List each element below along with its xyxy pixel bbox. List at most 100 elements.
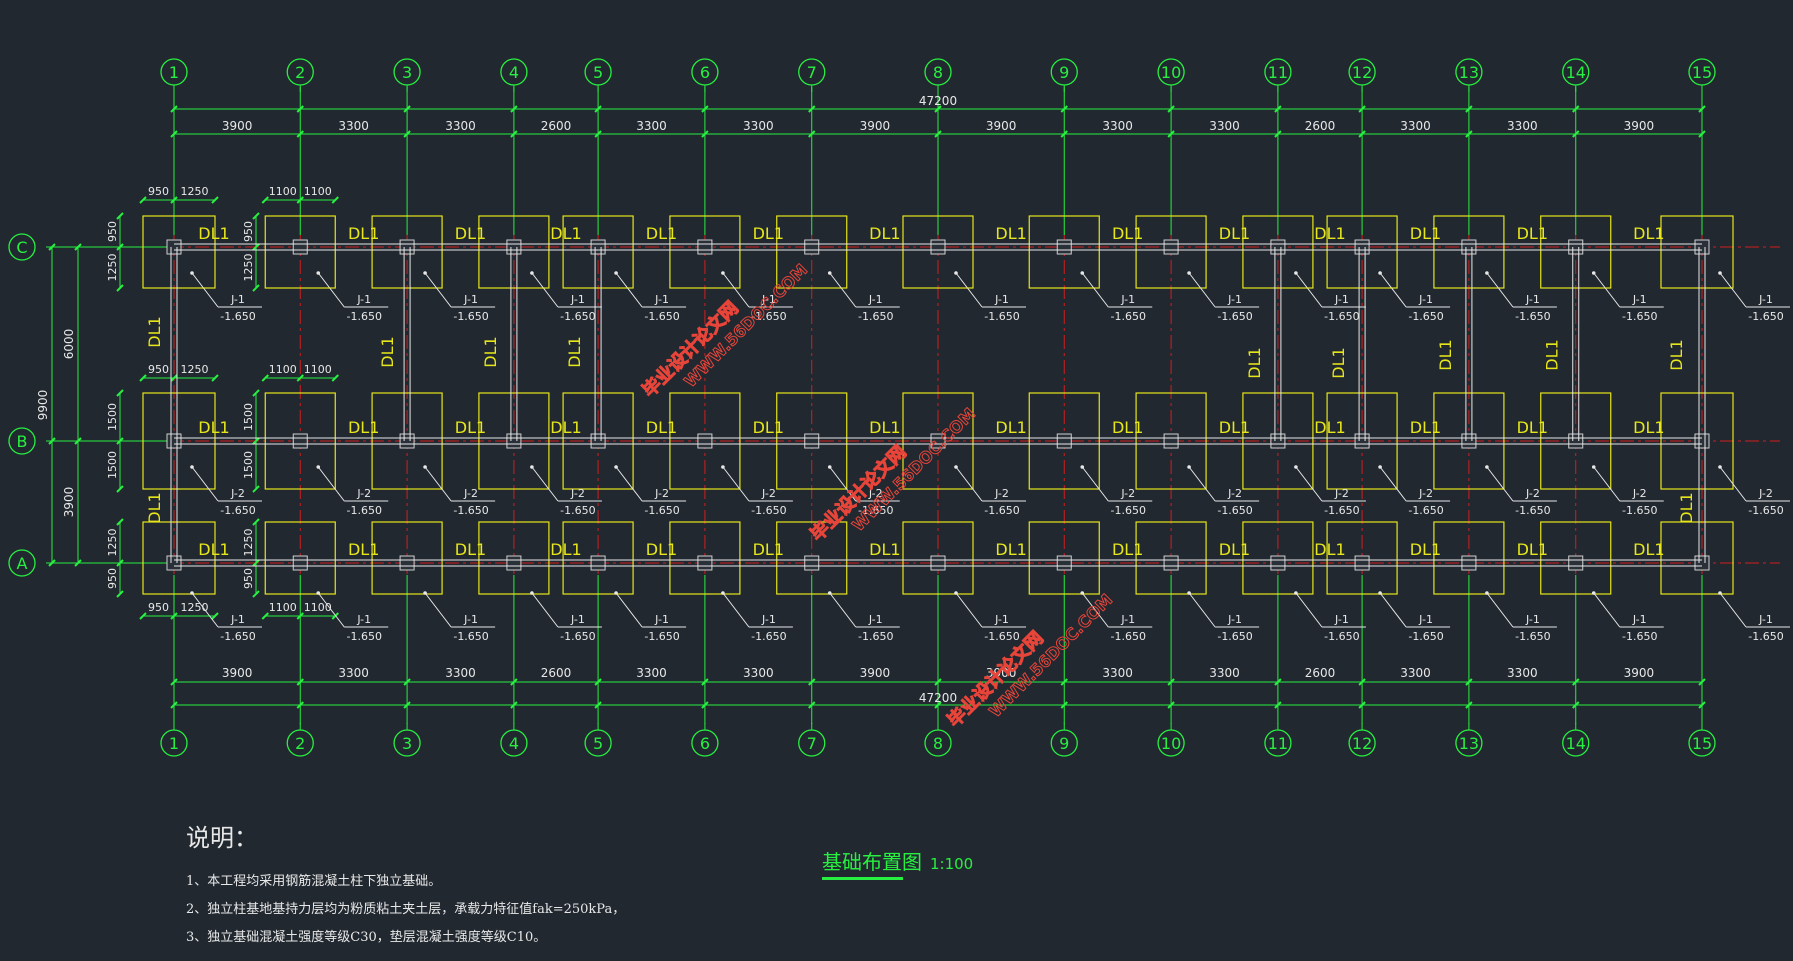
beam-label-C-7: DL1: [869, 224, 900, 243]
footing-tag-C-9: J-1: [1120, 293, 1135, 306]
beam-label-B-6: DL1: [753, 418, 784, 437]
leader-A-8: [955, 592, 983, 628]
bottom-bay-dim-2: 3300: [338, 666, 369, 680]
grid-bubble-label-8-bottom: 8: [933, 734, 943, 753]
watermark-2: 毕业设计论文网WWW.56DOC.COM: [805, 404, 979, 546]
top-bay-dim-14: 3900: [1624, 119, 1655, 133]
footing-elev-C-8: -1.650: [984, 310, 1019, 323]
depth-dim-a-C-1: 950: [106, 221, 119, 242]
footing-tag-A-13: J-1: [1525, 613, 1540, 626]
beam-label-A-3: DL1: [455, 540, 486, 559]
bottom-bay-dim-9: 3300: [1102, 666, 1133, 680]
footing-tag-A-9: J-1: [1120, 613, 1135, 626]
note-item-1: 1、本工程均采用钢筋混凝土柱下独立基础。: [186, 874, 442, 889]
footing-tag-C-5: J-1: [654, 293, 669, 306]
beam-label-C-3: DL1: [455, 224, 486, 243]
beam-label-B-14: DL1: [1633, 418, 1664, 437]
grid-bubble-label-4-bottom: 4: [509, 734, 519, 753]
footing-elev-C-2: -1.650: [347, 310, 382, 323]
footing-elev-B-9: -1.650: [1111, 504, 1146, 517]
grid-bubble-label-3-top: 3: [402, 63, 412, 82]
footing-tag-A-8: J-1: [994, 613, 1009, 626]
column-C-1: [166, 239, 182, 255]
beam-label-vertical-5: DL1: [565, 336, 584, 367]
beam-label-A-12: DL1: [1410, 540, 1441, 559]
grid-bubble-label-12-top: 12: [1352, 63, 1372, 82]
beam-label-A-5: DL1: [646, 540, 677, 559]
leader-A-4: [531, 592, 559, 628]
beam-label-C-9: DL1: [1112, 224, 1143, 243]
note-item-2: 2、独立柱基地基持力层均为粉质粘土夹土层，承载力特征值fak=250kPa，: [186, 902, 626, 917]
beam-label-C-14: DL1: [1633, 224, 1664, 243]
depth-dim-b-B-2: 1500: [242, 451, 255, 479]
footing-tag-C-12: J-1: [1418, 293, 1433, 306]
grid-bubble-label-9-top: 9: [1059, 63, 1069, 82]
beam-label-B-5: DL1: [646, 418, 677, 437]
footing-tag-B-5: J-2: [654, 487, 669, 500]
grid-bubble-label-14-top: 14: [1566, 63, 1586, 82]
column-B-4: [506, 433, 522, 449]
column-A-3: [399, 555, 415, 571]
grid-bubble-label-7-top: 7: [807, 63, 817, 82]
grid-bubble-label-row-C: C: [16, 238, 27, 257]
leader-A-14: [1593, 592, 1621, 628]
beam-label-A-11: DL1: [1314, 540, 1345, 559]
column-B-6: [697, 433, 713, 449]
footing-elev-B-12: -1.650: [1408, 504, 1443, 517]
grid-bubble-label-5-top: 5: [593, 63, 603, 82]
beam-label-vertical-3: DL1: [378, 336, 397, 367]
beam-label-C-2: DL1: [348, 224, 379, 243]
column-C-15: [1694, 239, 1710, 255]
column-A-2: [292, 555, 308, 571]
grid-bubble-label-2-bottom: 2: [295, 734, 305, 753]
grid-bubble-label-15-top: 15: [1692, 63, 1712, 82]
column-A-9: [1056, 555, 1072, 571]
bottom-bay-dim-14: 3900: [1624, 666, 1655, 680]
note-item-3: 3、独立基础混凝土强度等级C30，垫层混凝土强度等级C10。: [186, 930, 547, 945]
footing-tag-C-15: J-1: [1758, 293, 1773, 306]
column-B-9: [1056, 433, 1072, 449]
column-B-1: [166, 433, 182, 449]
footing-elev-A-15: -1.650: [1748, 630, 1783, 643]
top-bay-dim-2: 3300: [338, 119, 369, 133]
footing-elev-B-1: -1.650: [220, 504, 255, 517]
leader-A-6: [722, 592, 750, 628]
footing-elev-A-12: -1.650: [1408, 630, 1443, 643]
width-dim-b-A-2: 1100: [304, 601, 332, 614]
grid-bubble-label-13-top: 13: [1459, 63, 1479, 82]
footing-tag-A-2: J-1: [356, 613, 371, 626]
beam-label-vertical-11: DL1: [1677, 492, 1696, 523]
grid-bubble-label-6-top: 6: [700, 63, 710, 82]
footing-tag-C-2: J-1: [356, 293, 371, 306]
column-B-10: [1163, 433, 1179, 449]
top-bay-dim-13: 3300: [1507, 119, 1538, 133]
drawing-title-block: 基础布置图 1:100: [822, 846, 973, 880]
footing-elev-B-8: -1.650: [984, 504, 1019, 517]
watermark-3: 毕业设计论文网WWW.56DOC.COM: [942, 590, 1116, 732]
beam-label-vertical-9: DL1: [1543, 339, 1562, 370]
beam-label-B-8: DL1: [995, 418, 1026, 437]
leader-B-13: [1486, 466, 1514, 502]
grid-bubble-label-11-bottom: 11: [1268, 734, 1288, 753]
column-C-12: [1354, 239, 1370, 255]
footing-tag-B-8: J-2: [994, 487, 1009, 500]
column-A-13: [1461, 555, 1477, 571]
footing-elev-A-6: -1.650: [751, 630, 786, 643]
bottom-bay-dim-7: 3900: [860, 666, 891, 680]
grid-bubble-label-7-bottom: 7: [807, 734, 817, 753]
leader-B-1: [191, 466, 219, 502]
beam-label-B-11: DL1: [1314, 418, 1345, 437]
footing-elev-C-9: -1.650: [1111, 310, 1146, 323]
footing-tag-B-2: J-2: [356, 487, 371, 500]
grid-axes-layer: [46, 87, 1780, 724]
leader-B-4: [531, 466, 559, 502]
grid-bubble-label-9-bottom: 9: [1059, 734, 1069, 753]
beam-label-vertical-10: DL1: [1667, 339, 1686, 370]
footing-tag-A-14: J-1: [1632, 613, 1647, 626]
width-dim-b-C-1: 1250: [181, 185, 209, 198]
leader-C-11: [1295, 272, 1323, 308]
depth-dim-a-A-2: 1250: [242, 529, 255, 557]
leader-B-14: [1593, 466, 1621, 502]
beam-label-C-11: DL1: [1314, 224, 1345, 243]
grid-bubble-label-6-bottom: 6: [700, 734, 710, 753]
